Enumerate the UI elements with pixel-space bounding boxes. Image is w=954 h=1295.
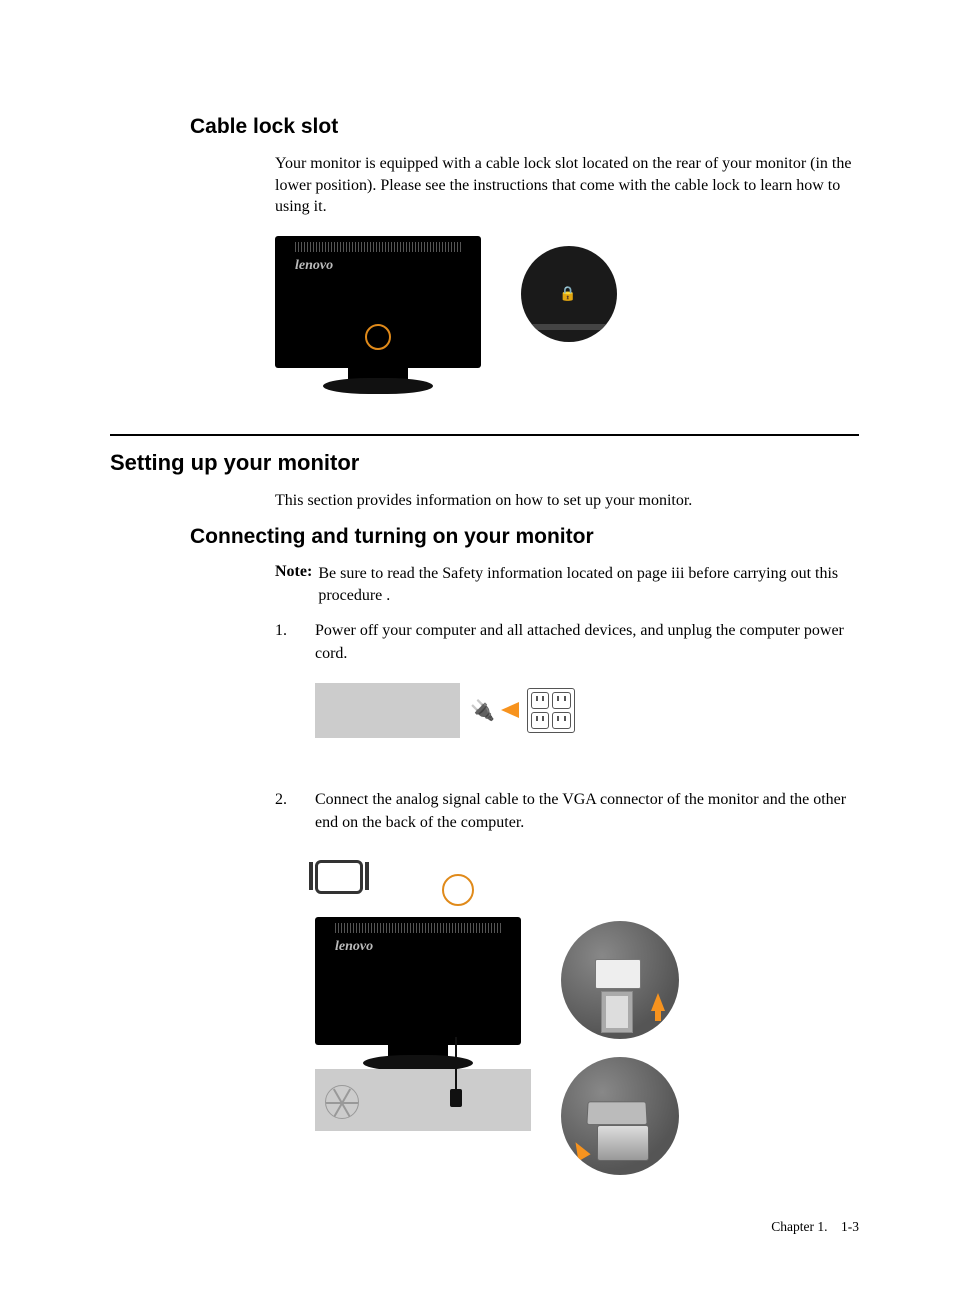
vga-port-highlight-icon — [442, 874, 474, 906]
section-divider — [110, 434, 859, 436]
page-footer: Chapter 1. 1-3 — [110, 1219, 859, 1235]
vga-zoom-image — [561, 1057, 679, 1175]
step-2-text: Connect the analog signal cable to the V… — [315, 788, 859, 834]
computer-box-image — [315, 683, 460, 738]
figure-unplug: 🔌 — [315, 683, 859, 738]
footer-page-number: 1-3 — [841, 1219, 859, 1234]
footer-chapter: Chapter 1. — [771, 1219, 827, 1234]
lock-icon: 🔒 — [559, 286, 576, 303]
arrow-up-icon — [569, 1139, 590, 1162]
cable-lock-body: Your monitor is equipped with a cable lo… — [275, 153, 859, 218]
step-2: 2. Connect the analog signal cable to th… — [275, 788, 859, 834]
arrow-left-icon — [501, 702, 519, 718]
wall-outlet-image — [527, 688, 575, 733]
lenovo-logo: lenovo — [295, 258, 333, 274]
dvi-zoom-image — [561, 921, 679, 1039]
lock-slot-zoom-image: 🔒 — [521, 246, 617, 342]
step-1: 1. Power off your computer and all attac… — [275, 619, 859, 665]
monitor-rear-image-2: lenovo — [315, 917, 521, 1071]
note-label: Note: — [275, 563, 312, 606]
fan-icon — [325, 1085, 359, 1119]
heading-setting-up: Setting up your monitor — [110, 450, 859, 476]
cable-plug-icon — [450, 1089, 462, 1107]
computer-rear-image — [315, 1069, 531, 1131]
cable-line — [455, 1037, 457, 1093]
heading-connecting: Connecting and turning on your monitor — [190, 525, 859, 549]
monitor-rear-image: lenovo — [275, 236, 481, 394]
step-1-number: 1. — [275, 619, 295, 665]
step-2-number: 2. — [275, 788, 295, 834]
arrow-up-icon — [651, 993, 665, 1011]
figure-connect-vga: lenovo — [315, 860, 859, 1175]
heading-cable-lock-slot: Cable lock slot — [190, 115, 859, 139]
note-block: Note: Be sure to read the Safety informa… — [275, 563, 859, 606]
vga-icon — [315, 860, 363, 894]
lock-slot-highlight-icon — [365, 324, 391, 350]
setting-up-intro: This section provides information on how… — [275, 490, 859, 512]
note-text: Be sure to read the Safety information l… — [318, 563, 859, 606]
figure-cable-lock: lenovo 🔒 — [275, 236, 859, 394]
plug-icon: 🔌 — [470, 698, 495, 723]
lenovo-logo-2: lenovo — [335, 939, 373, 955]
step-1-text: Power off your computer and all attached… — [315, 619, 859, 665]
